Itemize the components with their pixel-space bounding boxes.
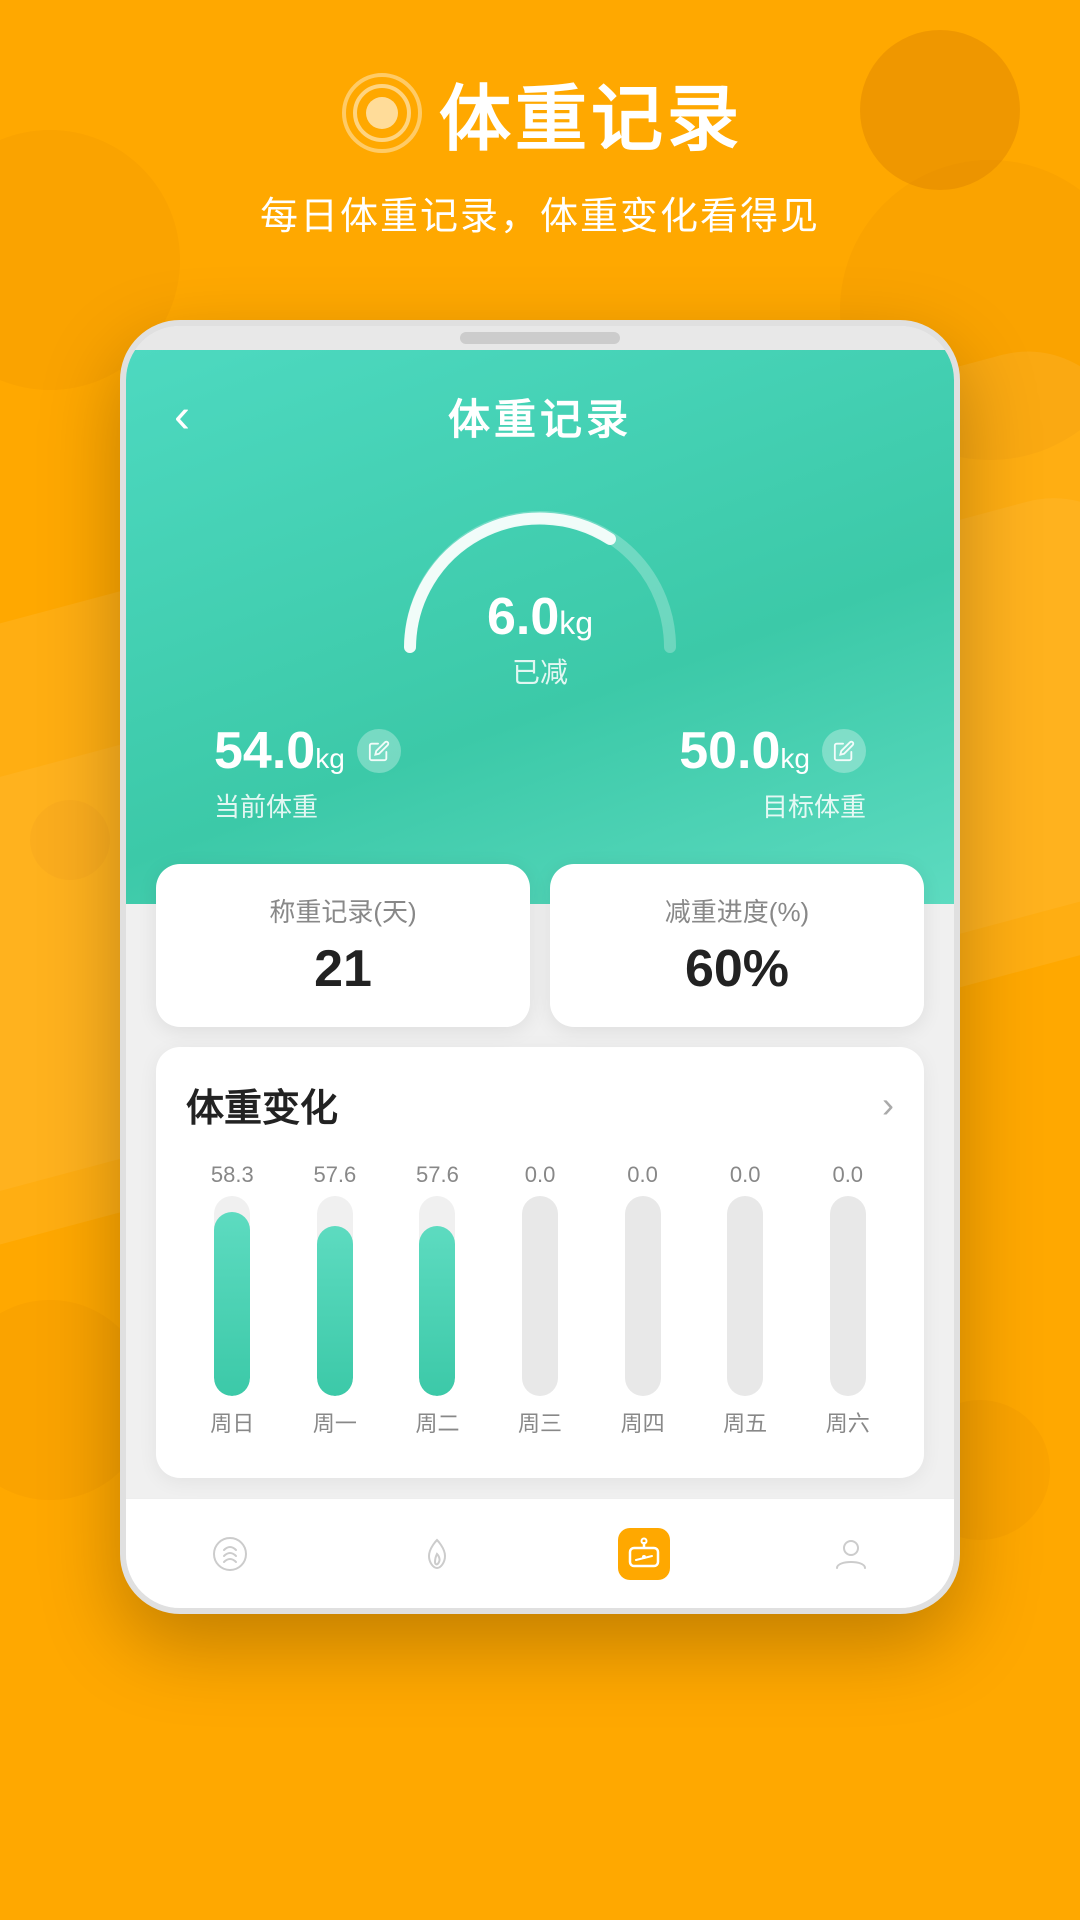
back-button[interactable]: ‹ xyxy=(174,393,190,441)
bar-track xyxy=(625,1196,661,1396)
scale-icon xyxy=(618,1528,670,1580)
bar-day-label: 周一 xyxy=(313,1406,357,1438)
bar-fill-inactive xyxy=(727,1196,763,1396)
phone-notch-bar xyxy=(460,332,620,344)
weigh-days-label: 称重记录(天) xyxy=(269,892,416,929)
bar-value: 0.0 xyxy=(730,1162,761,1188)
bar-fill-inactive xyxy=(625,1196,661,1396)
edit-target-weight-button[interactable] xyxy=(822,729,866,773)
app-content: ‹ 体重记录 6.0kg 已减 xyxy=(126,350,954,1608)
nav-item-user[interactable] xyxy=(825,1528,877,1580)
concentric-icon xyxy=(337,68,427,158)
gauge-value: 6.0kg xyxy=(487,587,593,647)
bar-fill-inactive xyxy=(830,1196,866,1396)
bar-col: 57.6 周二 xyxy=(391,1162,484,1438)
current-weight-stat: 54.0kg 当前体重 xyxy=(214,721,401,824)
progress-card: 减重进度(%) 60% xyxy=(550,864,924,1027)
progress-value: 60% xyxy=(685,939,789,999)
cards-row: 称重记录(天) 21 减重进度(%) 60% xyxy=(126,864,954,1027)
bottom-nav xyxy=(126,1498,954,1608)
bar-col: 0.0 周四 xyxy=(596,1162,689,1438)
current-weight-label: 当前体重 xyxy=(214,787,318,824)
bar-value: 58.3 xyxy=(211,1162,254,1188)
bar-fill-active xyxy=(214,1212,250,1396)
deco-circle-6 xyxy=(30,800,110,880)
bar-col: 0.0 周五 xyxy=(699,1162,792,1438)
gauge-container: 6.0kg 已减 xyxy=(174,467,906,691)
bar-day-label: 周日 xyxy=(210,1406,254,1438)
header-title-row: 体重记录 xyxy=(337,60,743,165)
header-subtitle: 每日体重记录，体重变化看得见 xyxy=(260,185,820,240)
chart-title: 体重变化 xyxy=(186,1077,338,1132)
bar-value: 0.0 xyxy=(627,1162,658,1188)
target-weight-value: 50.0kg xyxy=(679,721,810,781)
target-weight-label: 目标体重 xyxy=(762,787,866,824)
bar-col: 57.6 周一 xyxy=(289,1162,382,1438)
bar-day-label: 周三 xyxy=(518,1406,562,1438)
gauge-value-area: 6.0kg 已减 xyxy=(487,587,593,691)
bar-day-label: 周六 xyxy=(826,1406,870,1438)
bar-value: 57.6 xyxy=(416,1162,459,1188)
food-icon xyxy=(204,1528,256,1580)
bar-fill-active xyxy=(317,1226,353,1396)
phone-notch xyxy=(126,326,954,350)
chart-more-button[interactable]: › xyxy=(882,1084,894,1126)
bar-track xyxy=(214,1196,250,1396)
progress-label: 减重进度(%) xyxy=(665,892,809,929)
phone-mockup: ‹ 体重记录 6.0kg 已减 xyxy=(120,320,960,1614)
chart-header: 体重变化 › xyxy=(186,1077,894,1132)
user-icon xyxy=(825,1528,877,1580)
bar-track xyxy=(317,1196,353,1396)
current-weight-value-row: 54.0kg xyxy=(214,721,401,781)
page-title: 体重记录 xyxy=(439,60,743,165)
edit-current-weight-button[interactable] xyxy=(357,729,401,773)
bar-col: 0.0 周六 xyxy=(801,1162,894,1438)
bar-chart: 58.3 周日 57.6 周一 57.6 周二 0.0 周三 0.0 周四 0.0 周五 0.0 周六 xyxy=(186,1162,894,1438)
bar-track xyxy=(522,1196,558,1396)
weigh-days-value: 21 xyxy=(314,939,372,999)
target-weight-value-row: 50.0kg xyxy=(679,721,866,781)
teal-header: ‹ 体重记录 6.0kg 已减 xyxy=(126,350,954,904)
bar-fill-inactive xyxy=(522,1196,558,1396)
chart-card: 体重变化 › 58.3 周日 57.6 周一 57.6 周二 0.0 周三 0.0 周四 0.0 周五… xyxy=(156,1047,924,1478)
bar-value: 0.0 xyxy=(832,1162,863,1188)
bar-value: 57.6 xyxy=(313,1162,356,1188)
bar-track xyxy=(727,1196,763,1396)
current-weight-value: 54.0kg xyxy=(214,721,345,781)
bar-fill-active xyxy=(419,1226,455,1396)
nav-item-fire[interactable] xyxy=(411,1528,463,1580)
fire-icon xyxy=(411,1528,463,1580)
nav-item-food[interactable] xyxy=(204,1528,256,1580)
nav-item-scale[interactable] xyxy=(618,1528,670,1580)
bar-col: 0.0 周三 xyxy=(494,1162,587,1438)
bar-day-label: 周二 xyxy=(415,1406,459,1438)
bar-value: 0.0 xyxy=(525,1162,556,1188)
teal-nav: ‹ 体重记录 xyxy=(174,386,906,447)
bar-day-label: 周五 xyxy=(723,1406,767,1438)
bar-col: 58.3 周日 xyxy=(186,1162,279,1438)
weight-stats-row: 54.0kg 当前体重 50.0kg xyxy=(174,721,906,824)
target-weight-stat: 50.0kg 目标体重 xyxy=(679,721,866,824)
teal-page-title: 体重记录 xyxy=(448,386,632,447)
bar-day-label: 周四 xyxy=(621,1406,665,1438)
weigh-days-card: 称重记录(天) 21 xyxy=(156,864,530,1027)
bar-track xyxy=(419,1196,455,1396)
bar-track xyxy=(830,1196,866,1396)
gauge-label: 已减 xyxy=(487,651,593,691)
